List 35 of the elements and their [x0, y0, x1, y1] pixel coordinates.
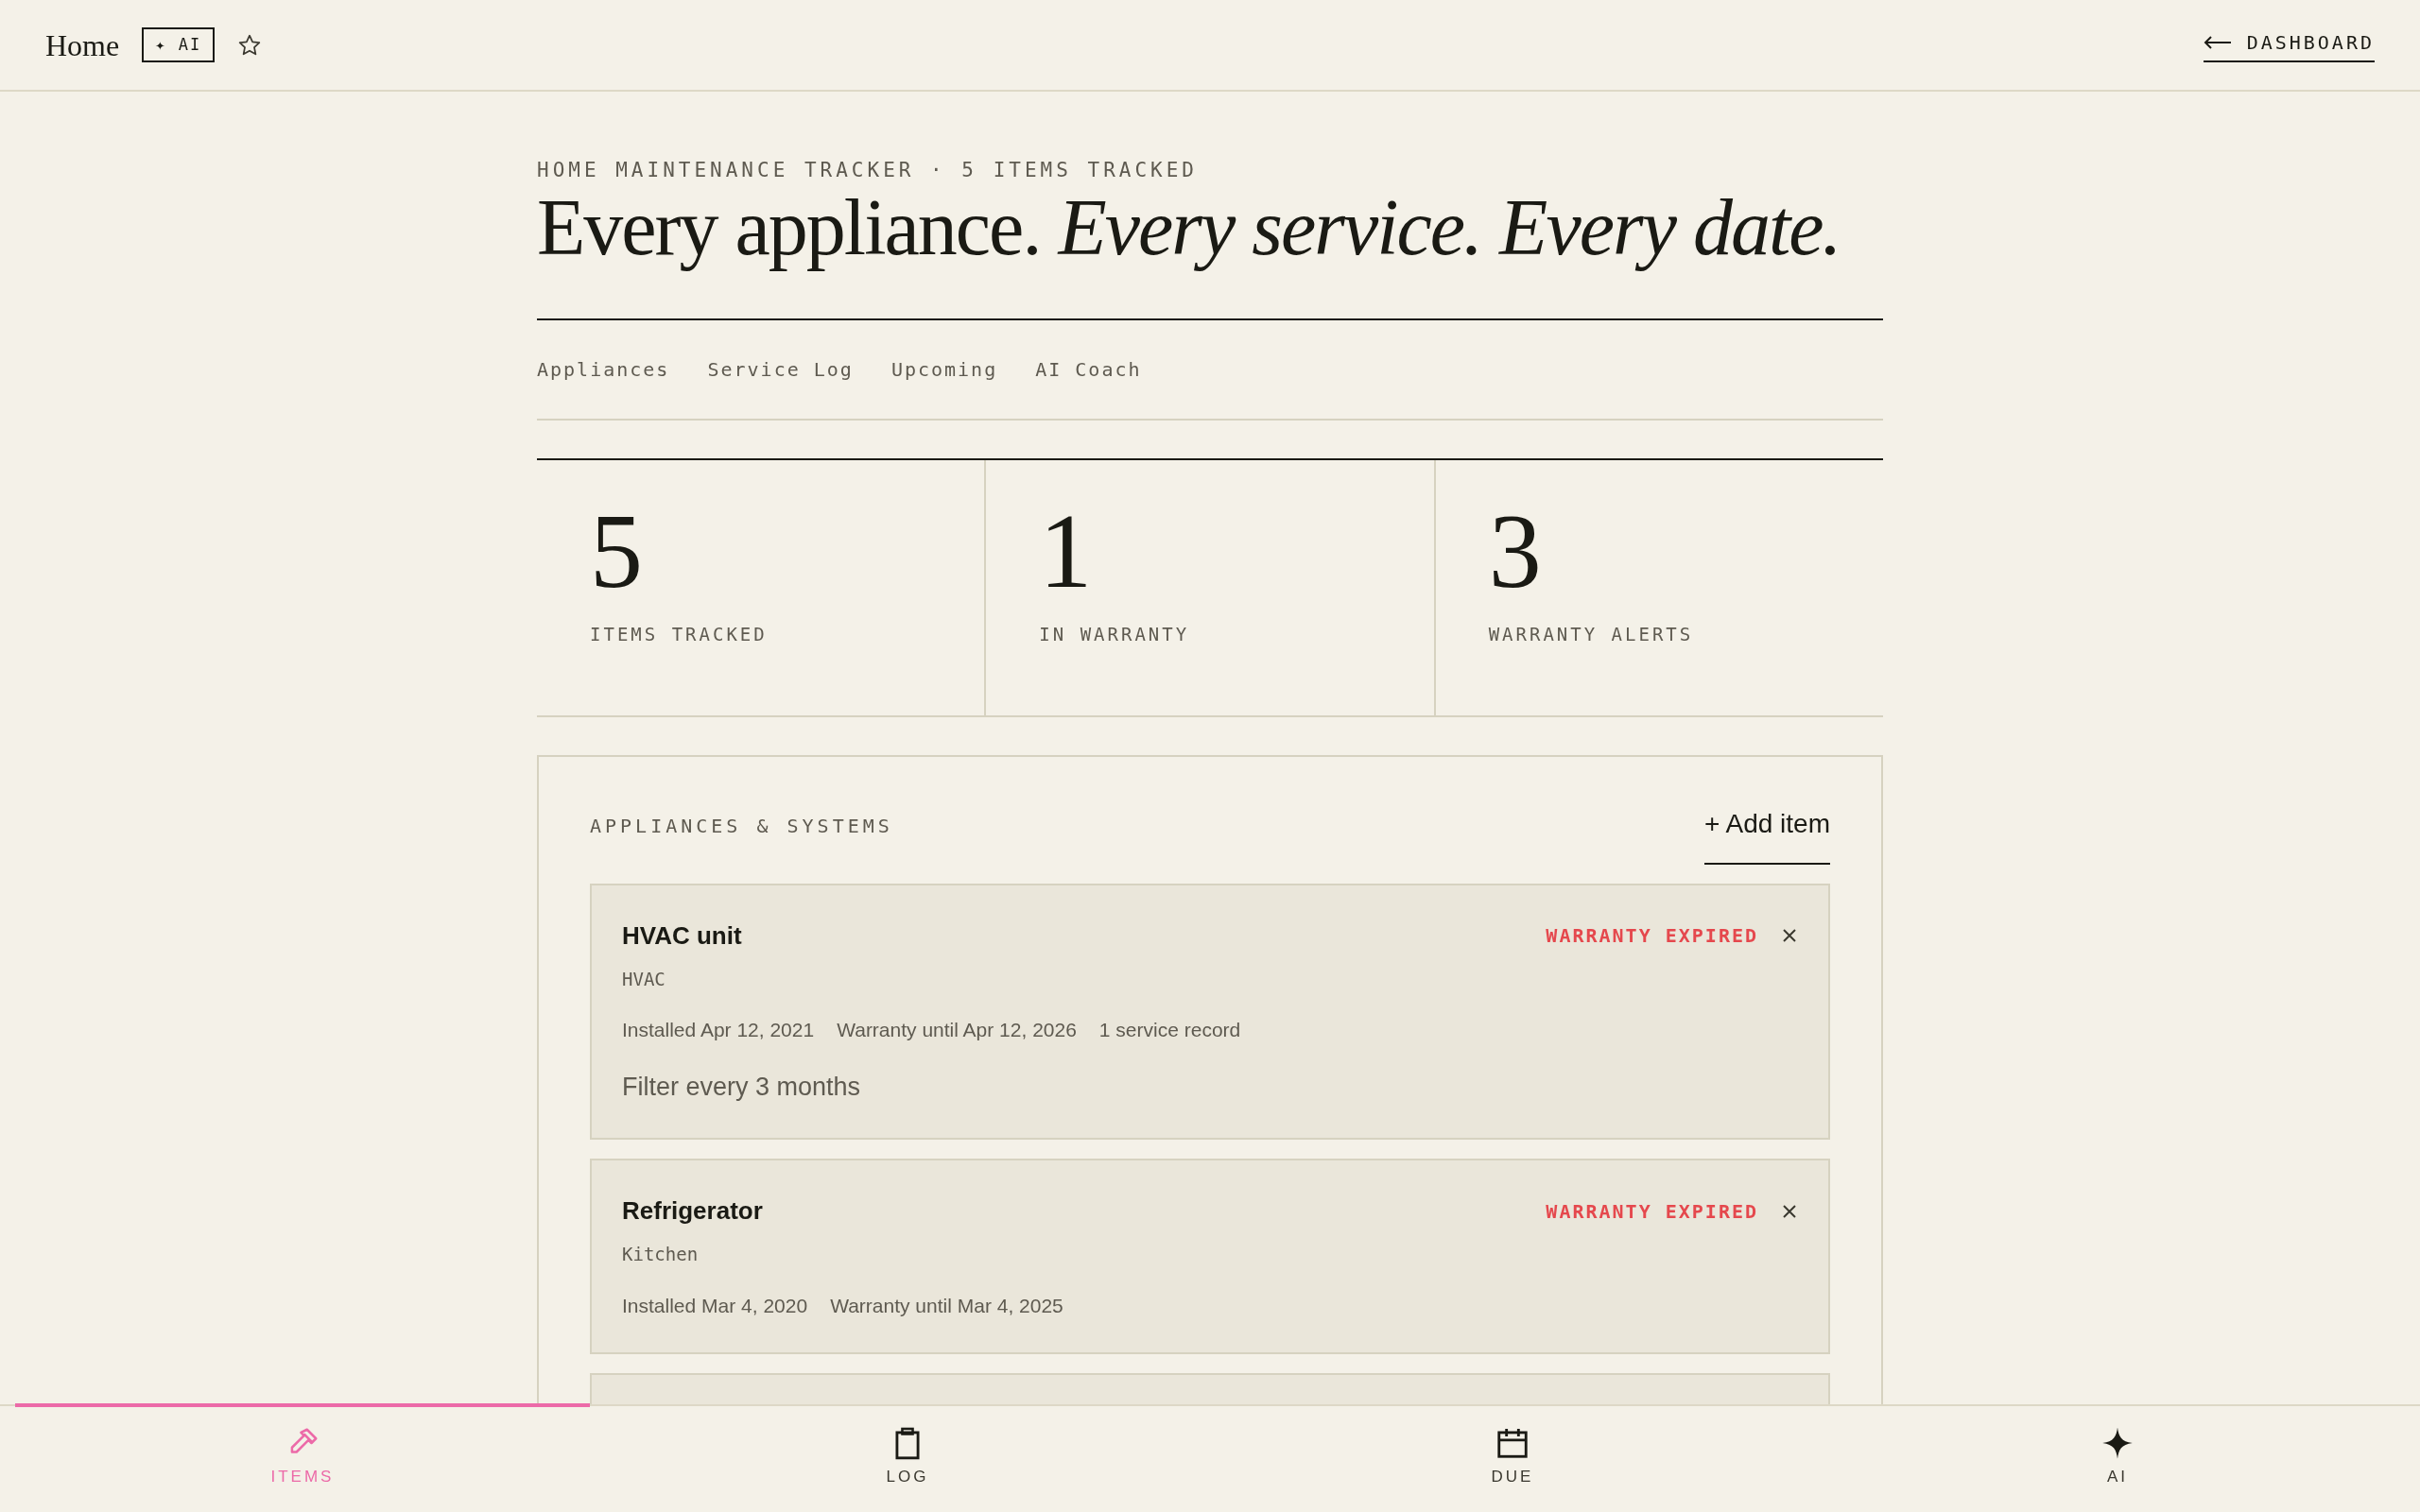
meta-text: Warranty until Apr 12, 2026 — [837, 1018, 1077, 1043]
section-title: APPLIANCES & SYSTEMS — [590, 813, 893, 839]
star-icon[interactable] — [237, 32, 263, 58]
appliance-category: HVAC — [622, 967, 666, 991]
nav-tab[interactable]: AI Coach — [1035, 354, 1142, 384]
service-note: Filter every 3 months — [622, 1071, 862, 1103]
appliance-category: Kitchen — [622, 1243, 700, 1267]
nav-tab[interactable]: Appliances — [537, 354, 670, 384]
stat-value: 3 — [1488, 497, 1543, 604]
bottom-nav-tab[interactable]: LOG — [605, 1406, 1210, 1512]
bottom-nav-tab[interactable]: AI — [1815, 1406, 2420, 1512]
appliance-name: HVAC unit — [622, 919, 742, 952]
warranty-status: WARRANTY EXPIRED — [1546, 923, 1758, 950]
stat-label: ITEMS TRACKED — [590, 622, 769, 646]
meta-text: 1 service record — [1098, 1018, 1241, 1043]
meta-text: Installed Mar 4, 2020 — [622, 1293, 808, 1318]
stat-value: 1 — [1039, 497, 1094, 604]
appliance-name: Refrigerator — [622, 1195, 763, 1228]
eyebrow-text: HOME MAINTENANCE TRACKER · 5 ITEMS TRACKED — [537, 158, 1199, 183]
dashboard-link[interactable]: DASHBOARD — [2203, 27, 2375, 62]
nav-tab[interactable]: Service Log — [707, 354, 854, 384]
stat-label: IN WARRANTY — [1039, 622, 1191, 646]
bottom-nav-tab[interactable]: DUE — [1210, 1406, 1815, 1512]
page-heading: Every appliance. Every service. Every date. — [537, 185, 1883, 320]
stat-value: 5 — [590, 497, 644, 604]
arrow-icon — [2203, 35, 2232, 49]
stat-label: WARRANTY ALERTS — [1488, 622, 1695, 646]
close-icon[interactable] — [1781, 1202, 1798, 1220]
add-item-button[interactable]: + Add item — [1703, 803, 1830, 865]
meta-text: Warranty until Mar 4, 2025 — [830, 1293, 1063, 1318]
ai-badge[interactable]: ✦ AI — [142, 26, 216, 63]
meta-text: Installed Apr 12, 2021 — [622, 1018, 815, 1043]
page-title: Home — [45, 26, 120, 64]
nav-tab[interactable]: Upcoming — [890, 354, 998, 384]
warranty-status: WARRANTY EXPIRED — [1546, 1198, 1758, 1225]
